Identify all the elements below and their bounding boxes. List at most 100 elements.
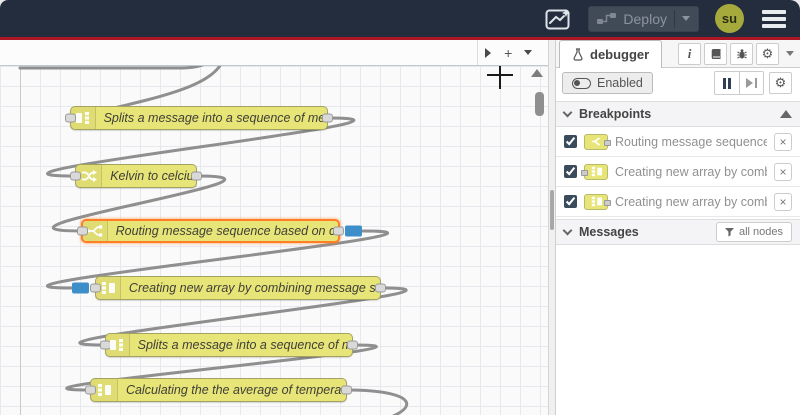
- sidebar: debugger i ⚙ Enabled ⚙ Breakpoints Routi…: [556, 40, 800, 415]
- breakpoint-checkbox[interactable]: [564, 195, 577, 208]
- debugger-toolbar: Enabled ⚙: [556, 68, 800, 98]
- pause-button[interactable]: [715, 72, 739, 94]
- filter-label: all nodes: [738, 226, 783, 238]
- remove-breakpoint-button[interactable]: ×: [774, 162, 792, 181]
- node-red-app: Deploy su + Splits a message into a sequ…: [0, 0, 800, 415]
- sidebar-splitter[interactable]: [548, 40, 556, 415]
- breakpoint-marker-input[interactable]: [72, 282, 89, 294]
- wire: [18, 66, 204, 70]
- input-port[interactable]: [85, 385, 96, 395]
- debugger-settings-button[interactable]: ⚙: [769, 72, 792, 94]
- join-icon: [91, 379, 118, 401]
- node-switch-routing[interactable]: Routing message sequence based on condit…: [77, 219, 362, 243]
- bug-icon: [736, 48, 747, 59]
- output-port[interactable]: [191, 171, 202, 181]
- add-flow-button[interactable]: +: [498, 40, 518, 65]
- deploy-caret-icon[interactable]: [682, 16, 690, 21]
- flask-icon: [573, 48, 583, 61]
- output-port[interactable]: [333, 226, 344, 236]
- breakpoints-section-header[interactable]: Breakpoints: [556, 101, 800, 127]
- toggle-icon: [572, 77, 591, 89]
- join-node-icon: [581, 163, 608, 180]
- funnel-icon: [724, 227, 734, 236]
- node-label: Splits a message into a sequence of mess…: [137, 338, 352, 352]
- chevron-down-icon: [786, 51, 794, 56]
- info-button[interactable]: i: [678, 42, 701, 65]
- gear-icon: ⚙: [774, 75, 787, 90]
- breakpoint-label: Creating new array by combining message …: [615, 164, 767, 179]
- input-port-icon: [581, 169, 588, 176]
- breakpoint-row[interactable]: Routing message sequence based on condit…: [556, 127, 800, 157]
- enabled-label: Enabled: [597, 76, 643, 90]
- chevron-down-icon: [562, 225, 573, 236]
- debug-button[interactable]: [730, 42, 753, 65]
- breakpoint-row[interactable]: Creating new array by combining message …: [556, 157, 800, 187]
- main-area: + Splits a message into a sequence of me…: [0, 40, 800, 415]
- split-icon: [71, 107, 96, 129]
- splitter-grip[interactable]: [550, 190, 555, 230]
- node-split-2[interactable]: Splits a message into a sequence of mess…: [100, 333, 358, 357]
- breakpoint-label: Creating new array by combining message …: [615, 194, 767, 209]
- breakpoint-checkbox[interactable]: [564, 165, 577, 178]
- breakpoint-checkbox[interactable]: [564, 135, 577, 148]
- join-node-icon: [584, 193, 611, 210]
- header: Deploy su: [0, 0, 800, 37]
- split-icon: [106, 334, 130, 356]
- message-filter-button[interactable]: all nodes: [715, 222, 792, 242]
- workspace: + Splits a message into a sequence of me…: [0, 40, 549, 415]
- crosshair-cursor: [487, 74, 513, 76]
- canvas-scrollbar-thumb[interactable]: [535, 92, 545, 116]
- messages-empty-area: [556, 245, 800, 415]
- join-icon: [96, 277, 121, 299]
- wire: [345, 388, 408, 415]
- remove-breakpoint-button[interactable]: ×: [774, 132, 792, 151]
- chevron-down-icon: [524, 50, 533, 55]
- deploy-button[interactable]: Deploy: [588, 5, 699, 32]
- node-split-1[interactable]: Splits a message into a sequence of mess…: [65, 106, 333, 130]
- remove-breakpoint-button[interactable]: ×: [774, 192, 792, 211]
- breakpoint-row[interactable]: Creating new array by combining message …: [556, 187, 800, 217]
- tab-debugger[interactable]: debugger: [559, 40, 663, 68]
- chevron-down-icon: [562, 107, 573, 118]
- enabled-toggle-button[interactable]: Enabled: [562, 72, 653, 94]
- node-label: Splits a message into a sequence of mess…: [103, 111, 327, 125]
- user-avatar[interactable]: su: [715, 4, 744, 33]
- pause-icon: [723, 77, 726, 89]
- output-port[interactable]: [375, 283, 386, 293]
- breakpoint-label: Routing message sequence based on condit…: [615, 134, 767, 149]
- main-menu-button[interactable]: [760, 8, 788, 30]
- sidebar-tab-menu-button[interactable]: [786, 40, 794, 67]
- scroll-tabs-right-button[interactable]: [478, 40, 498, 65]
- deploy-label: Deploy: [623, 10, 667, 27]
- step-button[interactable]: [739, 72, 763, 94]
- messages-title: Messages: [579, 225, 639, 239]
- node-label: Kelvin to celcius: [110, 169, 196, 183]
- crosshair-cursor: [499, 66, 501, 89]
- node-join-average[interactable]: Calculating the the average of temperatu…: [85, 378, 352, 402]
- input-port[interactable]: [70, 171, 81, 181]
- tab-debugger-label: debugger: [590, 47, 650, 62]
- sidebar-scroll-up-arrow[interactable]: [780, 110, 792, 118]
- breakpoint-marker-output[interactable]: [345, 225, 362, 237]
- node-label: Creating new array by combining message …: [128, 281, 380, 295]
- node-label: Calculating the the average of temperatu…: [125, 383, 346, 397]
- output-port[interactable]: [322, 113, 333, 123]
- output-port[interactable]: [341, 385, 352, 395]
- canvas-scroll-up-arrow[interactable]: [531, 69, 544, 77]
- flow-preview-icon[interactable]: [545, 7, 572, 31]
- node-join-array[interactable]: Creating new array by combining message …: [72, 276, 386, 300]
- hamburger-icon: [762, 9, 786, 14]
- output-port-icon: [604, 199, 611, 206]
- messages-section-header[interactable]: Messages all nodes: [556, 219, 800, 245]
- input-port[interactable]: [77, 226, 88, 236]
- flow-canvas[interactable]: Splits a message into a sequence of mess…: [0, 66, 549, 415]
- sidebar-tab-buttons: i ⚙: [678, 40, 779, 67]
- flow-list-button[interactable]: [518, 40, 538, 65]
- gear-icon: ⚙: [761, 45, 774, 61]
- sidebar-tabbar: debugger i ⚙: [556, 40, 800, 68]
- output-port[interactable]: [347, 340, 358, 350]
- docs-button[interactable]: [704, 42, 727, 65]
- settings-button[interactable]: ⚙: [756, 42, 779, 65]
- playback-button-group: [714, 71, 764, 95]
- node-change-kelvin[interactable]: Kelvin to celcius: [70, 164, 202, 188]
